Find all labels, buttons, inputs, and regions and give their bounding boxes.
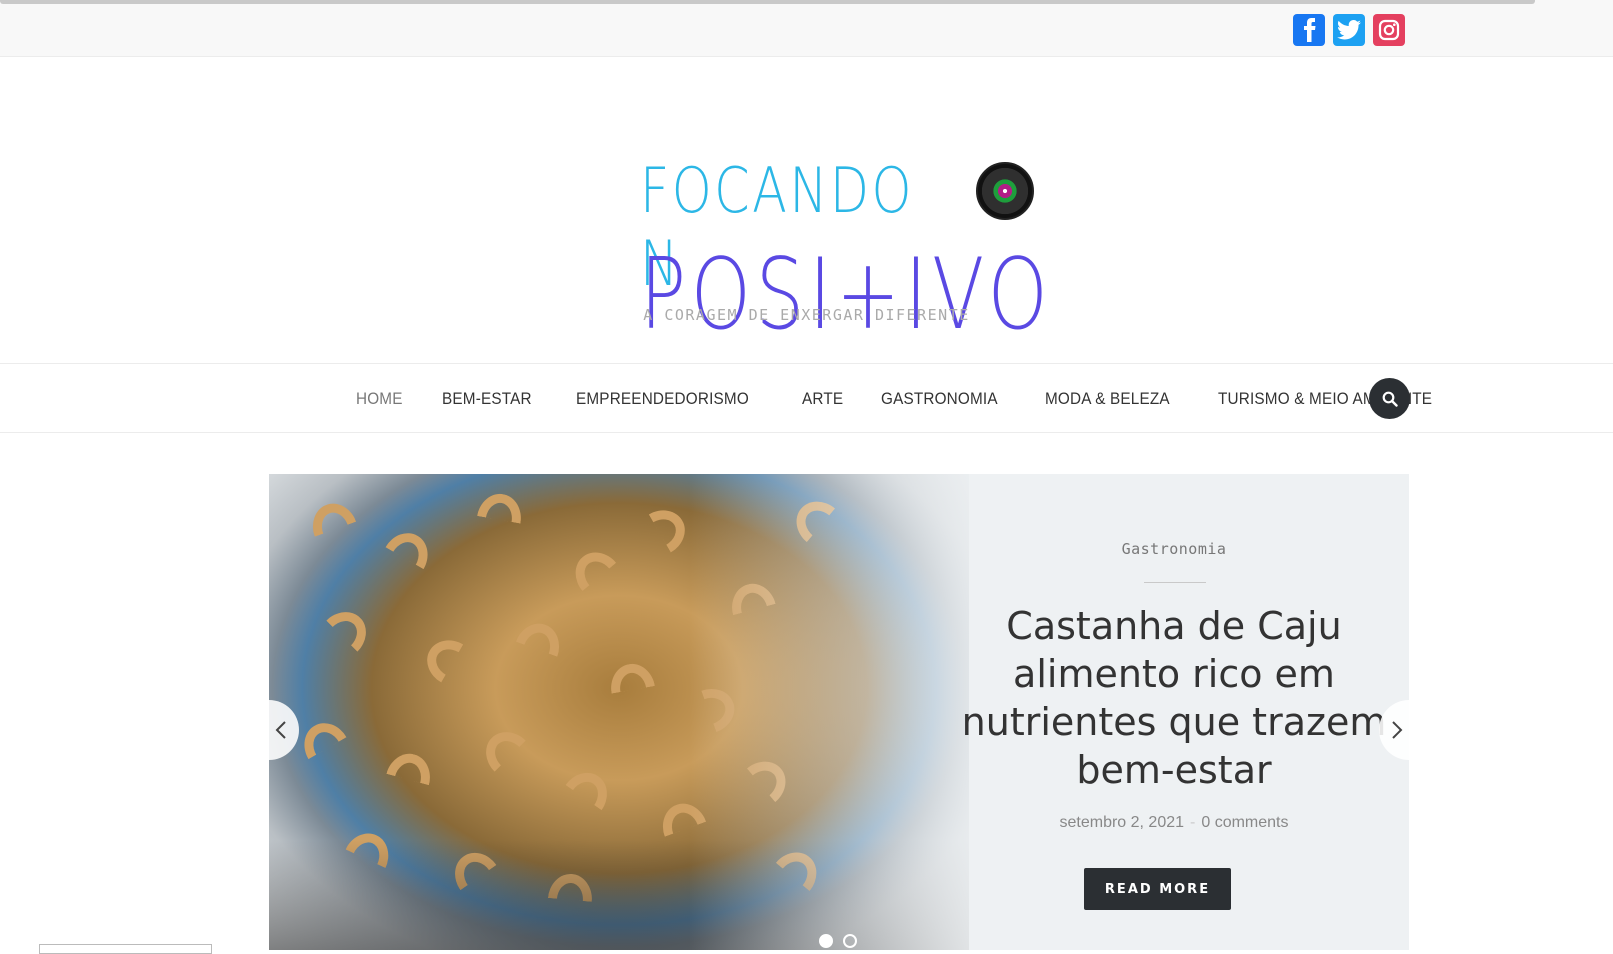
- horizontal-scrollbar[interactable]: [0, 0, 1535, 4]
- main-nav: HOME BEM-ESTAR EMPREENDEDORISMO ARTE GAS…: [0, 363, 1613, 433]
- slide-meta: setembro 2, 2021-0 comments: [939, 814, 1409, 832]
- camera-lens-icon: [976, 162, 1034, 220]
- twitter-link[interactable]: [1333, 14, 1365, 46]
- slider-dot-1[interactable]: [819, 934, 833, 948]
- nav-menu: HOME BEM-ESTAR EMPREENDEDORISMO ARTE GAS…: [356, 364, 1490, 434]
- chevron-left-icon: [275, 721, 286, 739]
- facebook-link[interactable]: [1293, 14, 1325, 46]
- bottom-left-widget[interactable]: [39, 944, 212, 954]
- slider-dots: [819, 934, 857, 948]
- instagram-icon: [1378, 19, 1400, 41]
- featured-slider: Gastronomia Castanha de Caju alimento ri…: [269, 474, 1409, 950]
- instagram-link[interactable]: [1373, 14, 1405, 46]
- facebook-icon: [1304, 18, 1316, 42]
- search-button[interactable]: [1369, 378, 1410, 419]
- chevron-right-icon: [1392, 721, 1403, 739]
- post-date[interactable]: setembro 2, 2021: [1060, 814, 1185, 831]
- slide-title[interactable]: Castanha de Caju alimento rico em nutrie…: [939, 602, 1409, 794]
- slider-dot-2[interactable]: [843, 934, 857, 948]
- logo-line-2: POSI+IVO: [640, 238, 1053, 352]
- meta-separator: -: [1190, 814, 1196, 831]
- post-comments[interactable]: 0 comments: [1201, 814, 1288, 831]
- nav-item-bem-estar[interactable]: BEM-ESTAR: [442, 389, 532, 409]
- top-bar: [0, 0, 1613, 57]
- nav-item-gastronomia[interactable]: GASTRONOMIA: [881, 389, 998, 409]
- site-tagline: A CORAGEM DE ENXERGAR DIFERENTE: [643, 306, 970, 324]
- nav-item-moda-beleza[interactable]: MODA & BELEZA: [1045, 389, 1170, 409]
- read-more-button[interactable]: READ MORE: [1084, 868, 1231, 910]
- nav-item-arte[interactable]: ARTE: [802, 389, 843, 409]
- nav-item-home[interactable]: HOME: [356, 389, 403, 409]
- slide-category[interactable]: Gastronomia: [939, 540, 1409, 558]
- category-divider: [1144, 582, 1206, 583]
- social-links: [1293, 14, 1405, 46]
- slide-content: Gastronomia Castanha de Caju alimento ri…: [939, 474, 1409, 950]
- twitter-icon: [1337, 20, 1361, 40]
- nav-item-empreendedorismo[interactable]: EMPREENDEDORISMO: [576, 389, 749, 409]
- search-icon: [1382, 391, 1398, 407]
